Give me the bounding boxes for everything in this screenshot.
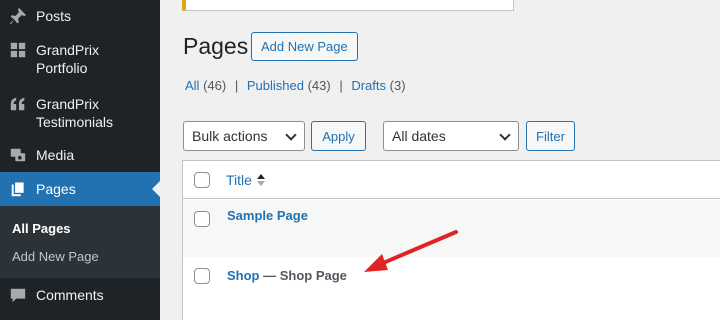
sidebar-item-media[interactable]: Media [0,146,160,164]
apply-button[interactable]: Apply [311,121,366,151]
row-title-link[interactable]: Shop — Shop Page [227,268,347,283]
table-header: Title [183,161,720,199]
dates-filter-value: All dates [392,128,446,144]
sidebar-item-comments[interactable]: Comments [0,286,160,304]
quote-icon [0,95,36,113]
separator: | [339,78,343,93]
chevron-down-icon [285,129,297,141]
row-title-link[interactable]: Sample Page [227,208,308,223]
row-checkbox[interactable] [194,268,210,284]
filter-drafts-link[interactable]: Drafts [351,78,386,93]
sidebar-item-grandprix-testimonials[interactable]: GrandPrix Testimonials [0,95,160,131]
filter-drafts-count: (3) [389,78,406,93]
sidebar-item-label: GrandPrix Portfolio [36,42,100,76]
pushpin-icon [0,7,36,25]
pages-icon [0,180,36,198]
page-title: Pages [183,33,249,59]
annotation-arrow-icon [364,230,458,272]
submenu-item-add-new-page[interactable]: Add New Page [12,249,99,264]
select-all-checkbox[interactable] [194,172,210,188]
active-indicator-arrow [152,181,160,197]
title-column-label: Title [226,172,252,188]
admin-notice [182,0,514,11]
media-icon [0,146,36,164]
sort-icon [256,174,265,186]
filter-all-count: (46) [203,78,227,93]
sidebar-item-posts[interactable]: Posts [0,7,160,25]
status-filter-links: All (46) | Published (43) | Drafts (3) [185,78,406,93]
row-title-text: Sample Page [227,208,308,223]
sidebar-item-label: Pages [36,181,76,197]
sidebar-item-label: Posts [36,8,72,24]
separator: | [234,78,239,93]
admin-sidebar: Posts GrandPrix Portfolio GrandPrix Test… [0,0,160,320]
filter-published-count: (43) [307,78,331,93]
row-post-state: — Shop Page [259,268,347,283]
bulk-actions-value: Bulk actions [192,128,268,144]
submenu-item-all-pages[interactable]: All Pages [12,221,71,236]
sidebar-item-label: Media [36,147,75,163]
comment-icon [0,286,36,304]
chevron-down-icon [499,129,511,141]
add-new-page-button[interactable]: Add New Page [251,32,358,61]
bulk-actions-select[interactable]: Bulk actions [183,121,305,151]
grid-icon [0,41,36,59]
row-checkbox[interactable] [194,211,210,227]
sidebar-item-label: GrandPrix Testimonials [36,96,114,130]
sidebar-item-label: Comments [36,287,104,303]
title-column-header[interactable]: Title [226,172,265,188]
filter-published-link[interactable]: Published [247,78,304,93]
filter-button[interactable]: Filter [526,121,575,151]
sidebar-item-grandprix-portfolio[interactable]: GrandPrix Portfolio [0,41,160,77]
pages-submenu: All Pages Add New Page [0,206,160,278]
dates-filter-select[interactable]: All dates [383,121,519,151]
row-title-text: Shop [227,268,260,283]
sidebar-item-pages[interactable]: Pages [0,172,160,206]
filter-all-link[interactable]: All [185,78,199,93]
